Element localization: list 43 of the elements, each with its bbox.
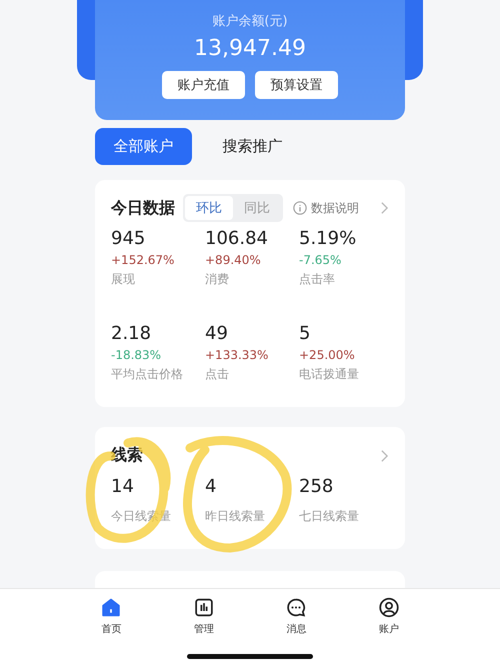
metric-change: +25.00% (299, 347, 355, 363)
nav-tab[interactable]: 消息 (266, 589, 326, 637)
metric-label: 消费 (205, 271, 229, 287)
metric-change: +89.40% (205, 252, 261, 268)
nav-tab[interactable]: 管理 (174, 589, 234, 637)
metric-value: 2.18 (111, 323, 152, 345)
metric-label: 电话拨通量 (299, 366, 359, 382)
metric-value: 49 (205, 323, 228, 345)
nav-tab[interactable]: 账户 (358, 589, 419, 637)
lead-value: 4 (205, 476, 216, 498)
action-button[interactable]: 账户充值 (162, 71, 245, 99)
balance-label: 账户余额(元) (212, 13, 288, 30)
metric-label: 点击率 (299, 271, 335, 287)
account-tab[interactable]: 搜索推广 (204, 128, 301, 165)
metric-label: 平均点击价格 (111, 366, 183, 382)
metric-value: 945 (111, 228, 146, 250)
info-icon (293, 201, 307, 215)
bar-chart-icon (192, 597, 215, 618)
chevron-icon[interactable] (380, 201, 389, 215)
user-icon (378, 597, 400, 618)
metric-value: 5 (299, 323, 310, 345)
metric-change: -18.83% (111, 347, 162, 363)
lead-value: 258 (299, 476, 334, 498)
info-link[interactable]: 数据说明 (311, 200, 359, 216)
metric-label: 展现 (111, 271, 135, 287)
metric-value: 106.84 (205, 228, 268, 250)
balance-amount: 13,947.49 (194, 36, 306, 61)
card-title: 今日数据 (111, 198, 175, 218)
metric-change: +133.33% (205, 347, 268, 363)
metric-change: +152.67% (111, 252, 174, 268)
metric-change: -7.65% (299, 252, 342, 268)
nav-tab[interactable]: 首页 (81, 589, 142, 637)
metric-label: 点击 (205, 366, 229, 382)
lead-value: 14 (111, 476, 134, 498)
lead-label: 昨日线索量 (205, 508, 265, 524)
home-icon (100, 597, 122, 618)
chat-icon (285, 597, 308, 618)
lead-label: 七日线索量 (299, 508, 359, 524)
chevron-icon[interactable] (380, 448, 389, 462)
compare-option[interactable]: 环比 (185, 196, 233, 220)
action-button[interactable]: 预算设置 (255, 71, 338, 99)
account-tab[interactable]: 全部账户 (95, 128, 192, 165)
metric-value: 5.19% (299, 228, 356, 250)
